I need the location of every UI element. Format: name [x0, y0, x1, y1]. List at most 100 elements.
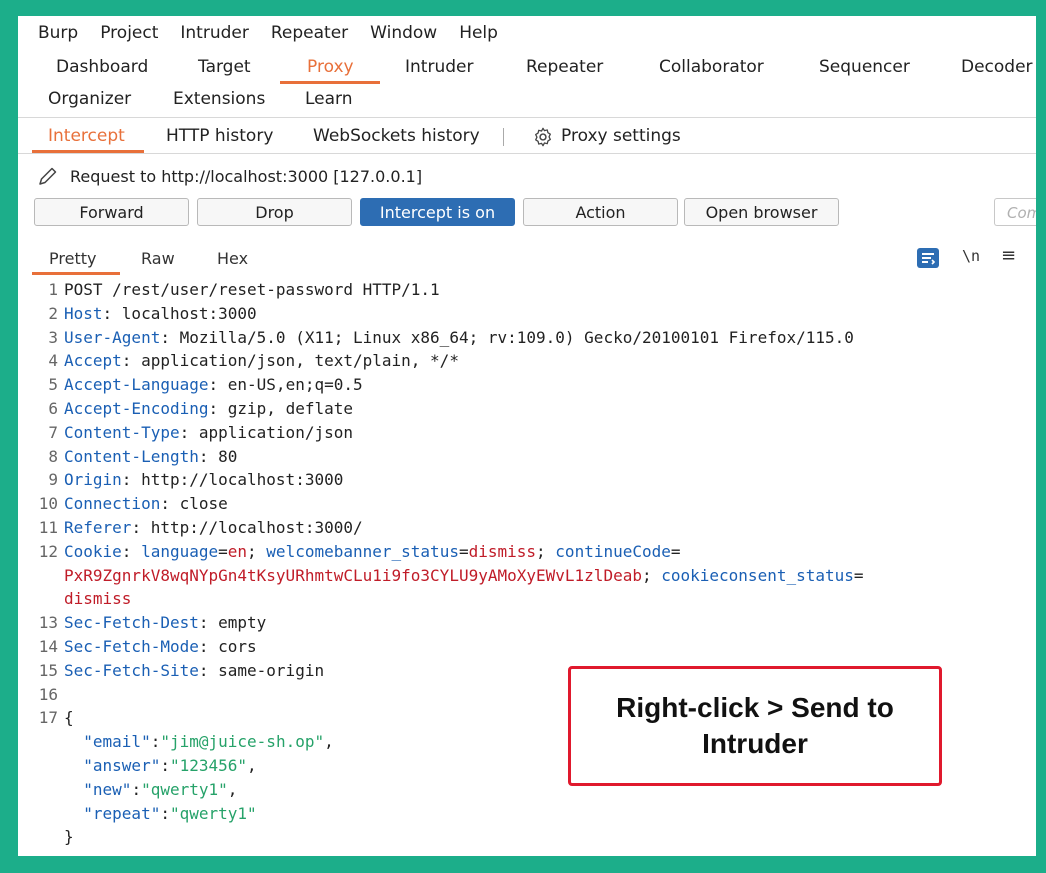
header-name: Content-Type	[64, 422, 180, 442]
tab-sequencer[interactable]: Sequencer	[819, 57, 910, 77]
json-punct: ,	[324, 732, 334, 752]
line-number: 16	[38, 684, 58, 704]
gear-icon	[535, 127, 551, 147]
drop-button[interactable]: Drop	[197, 198, 352, 226]
header-name: Referer	[64, 518, 132, 537]
code-line: Content-Type: application/json	[64, 423, 353, 442]
header-name: Accept-Encoding	[64, 399, 209, 418]
pencil-icon[interactable]	[36, 164, 60, 188]
header-name: Origin	[64, 470, 122, 490]
tab-pretty-underline	[32, 272, 120, 275]
header-name: Connection	[64, 494, 161, 514]
code-line: POST /rest/user/reset-password HTTP/1.1	[64, 280, 440, 299]
code-line: Accept: application/json, text/plain, */…	[64, 351, 459, 370]
code-line: Host: localhost:3000	[64, 304, 257, 323]
json-value: "qwerty1"	[169, 803, 257, 823]
menu-repeater[interactable]: Repeater	[271, 23, 348, 43]
tab-proxy-settings[interactable]: Proxy settings	[561, 126, 681, 146]
code-line: }	[64, 827, 74, 846]
tab-websockets-history[interactable]: WebSockets history	[313, 126, 480, 146]
line-number: 11	[38, 518, 58, 537]
line-number: 12	[38, 541, 58, 561]
tab-learn[interactable]: Learn	[305, 89, 353, 109]
json-punct: ,	[247, 756, 257, 775]
json-value: "123456"	[169, 756, 248, 775]
menu-icon[interactable]: ≡	[1001, 245, 1016, 266]
header-name: Cookie	[64, 541, 122, 561]
line-number: 9	[48, 470, 58, 490]
code-line: PxR9ZgnrkV8wqNYpGn4tKsyURhmtwCLu1i9fo3CY…	[64, 566, 864, 585]
line-number: 8	[48, 446, 58, 466]
header-value: : http://localhost:3000/	[131, 518, 363, 537]
tab-decoder[interactable]: Decoder	[961, 57, 1033, 77]
cookie-value: dismiss	[64, 589, 132, 609]
header-name: Sec-Fetch-Site	[64, 660, 199, 680]
callout-annotation: Right-click > Send to Intruder	[568, 666, 942, 786]
cookie-value: en	[227, 541, 248, 561]
header-punct: ;	[641, 565, 662, 585]
line-number: 6	[48, 399, 58, 418]
intercept-toggle-button[interactable]: Intercept is on	[360, 198, 515, 226]
tab-hex[interactable]: Hex	[217, 249, 248, 268]
code-line: Cookie: language=en; welcomebanner_statu…	[64, 542, 681, 561]
header-value: : http://localhost:3000	[121, 470, 344, 490]
header-value: : empty	[198, 613, 267, 633]
pretty-print-icon[interactable]	[917, 248, 939, 268]
header-name: Sec-Fetch-Dest	[64, 613, 199, 633]
tab-collaborator[interactable]: Collaborator	[659, 57, 764, 77]
json-brace: }	[64, 827, 74, 847]
header-punct: =	[458, 541, 469, 561]
header-punct: ;	[247, 541, 267, 561]
tab-intruder[interactable]: Intruder	[405, 57, 473, 77]
action-button[interactable]: Action	[523, 198, 678, 226]
code-line: Accept-Language: en-US,en;q=0.5	[64, 375, 363, 394]
menu-help[interactable]: Help	[459, 23, 498, 43]
line-number: 15	[38, 660, 58, 680]
tab-raw[interactable]: Raw	[141, 249, 175, 268]
header-punct: =	[853, 565, 864, 585]
tab-target[interactable]: Target	[198, 57, 251, 77]
code-line: Origin: http://localhost:3000	[64, 470, 343, 489]
menu-window[interactable]: Window	[370, 23, 437, 43]
divider	[18, 153, 1036, 154]
tab-http-history[interactable]: HTTP history	[166, 126, 273, 146]
json-punct: :	[131, 779, 142, 799]
menu-burp[interactable]: Burp	[38, 23, 78, 43]
tab-pretty[interactable]: Pretty	[49, 249, 96, 268]
header-value: : cors	[198, 637, 257, 656]
menu-project[interactable]: Project	[100, 23, 158, 43]
cookie-name: language	[141, 541, 219, 561]
header-punct: =	[670, 541, 681, 561]
line-number: 3	[48, 327, 58, 347]
newline-toggle[interactable]: \n	[962, 247, 980, 265]
line-number: 14	[38, 637, 58, 656]
line-number: 13	[38, 613, 58, 633]
menu-intruder[interactable]: Intruder	[180, 23, 248, 43]
header-punct: =	[218, 541, 228, 561]
tab-proxy[interactable]: Proxy	[307, 57, 354, 77]
tab-repeater[interactable]: Repeater	[526, 57, 603, 77]
tab-organizer[interactable]: Organizer	[48, 89, 131, 109]
forward-button[interactable]: Forward	[34, 198, 189, 226]
line-number: 7	[48, 422, 58, 442]
tab-extensions[interactable]: Extensions	[173, 89, 265, 109]
message-view-tabs: Pretty Raw Hex \n ≡	[18, 244, 1036, 276]
code-line: Connection: close	[64, 494, 228, 513]
cookie-value: PxR9ZgnrkV8wqNYpGn4tKsyURhmtwCLu1i9fo3CY…	[64, 565, 642, 585]
tab-intercept[interactable]: Intercept	[48, 126, 125, 146]
tab-dashboard[interactable]: Dashboard	[56, 57, 148, 77]
header-name: Content-Length	[64, 446, 199, 466]
code-line: "repeat":"qwerty1"	[64, 803, 257, 823]
comment-field[interactable]: Com	[994, 198, 1036, 226]
cookie-name: cookieconsent_status	[661, 565, 854, 585]
json-punct: :	[160, 803, 170, 823]
json-key: "answer"	[83, 756, 161, 775]
request-line: POST /rest/user/reset-password HTTP/1.1	[64, 280, 440, 299]
header-value: : application/json	[179, 422, 353, 442]
line-number: 1	[48, 280, 58, 299]
open-browser-button[interactable]: Open browser	[684, 198, 839, 226]
header-name: Sec-Fetch-Mode	[64, 637, 199, 656]
line-number: 4	[48, 351, 58, 371]
